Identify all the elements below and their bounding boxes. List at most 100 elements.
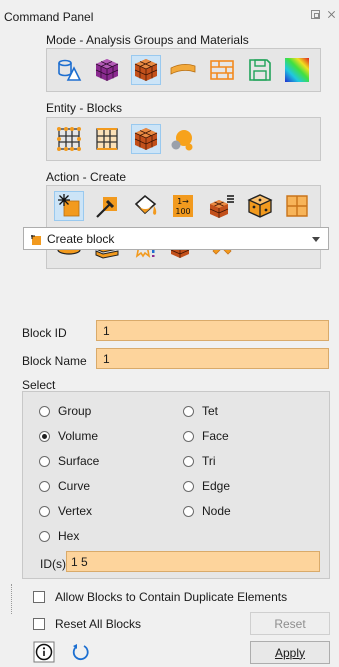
nodesets-icon xyxy=(57,127,81,151)
radio-curve-label: Curve xyxy=(58,479,91,493)
reset-all-label: Reset All Blocks xyxy=(55,617,142,631)
mode-materials-button[interactable] xyxy=(207,55,237,85)
info-icon[interactable] xyxy=(33,641,55,663)
reset-all-checkbox[interactable]: Reset All Blocks xyxy=(33,617,141,631)
renumber-icon: 1→ 100 xyxy=(173,195,193,217)
block-id-input[interactable] xyxy=(96,320,329,341)
mode-section-label: Mode - Analysis Groups and Materials xyxy=(46,33,249,47)
radio-node-label: Node xyxy=(202,504,231,518)
action-renumber-button[interactable]: 1→ 100 xyxy=(168,191,198,221)
command-select[interactable]: Create block xyxy=(23,227,329,250)
block-id-label: Block ID xyxy=(22,326,67,340)
geometry-mode-icon xyxy=(58,59,82,81)
splitter-handle[interactable] xyxy=(11,584,13,614)
radio-tri-label: Tri xyxy=(202,454,216,468)
allow-duplicates-label: Allow Blocks to Contain Duplicate Elemen… xyxy=(55,590,288,604)
export-mode-icon xyxy=(249,59,271,81)
entity-groups-button[interactable] xyxy=(168,124,198,154)
radio-curve-indicator[interactable] xyxy=(39,480,50,492)
ids-label: ID(s) xyxy=(40,557,66,571)
radio-tet-indicator[interactable] xyxy=(183,405,194,417)
radio-vertex-indicator[interactable] xyxy=(39,505,50,517)
entity-toolbar xyxy=(46,117,321,161)
radio-tet-label: Tet xyxy=(202,404,219,418)
block-name-label: Block Name xyxy=(22,354,87,368)
entity-blocks-button[interactable] xyxy=(131,124,161,154)
radio-edge-label: Edge xyxy=(202,479,231,493)
close-panel-button[interactable] xyxy=(327,10,336,19)
apply-button[interactable]: Apply xyxy=(250,641,330,664)
radio-face[interactable]: Face xyxy=(183,429,229,443)
allow-duplicates-box[interactable] xyxy=(33,591,45,603)
radio-volume[interactable]: Volume xyxy=(39,429,98,443)
entity-sidesets-button[interactable] xyxy=(92,124,122,154)
radio-edge-indicator[interactable] xyxy=(183,480,194,492)
renumber-glyph-top: 1→ xyxy=(177,197,189,206)
radio-edge[interactable]: Edge xyxy=(183,479,230,493)
radio-vertex-label: Vertex xyxy=(58,504,93,518)
radio-volume-label: Volume xyxy=(58,429,99,443)
action-list-button[interactable] xyxy=(207,191,237,221)
action-attributes-button[interactable] xyxy=(245,191,275,221)
radio-curve[interactable]: Curve xyxy=(39,479,90,493)
create-block-small-icon xyxy=(31,234,41,245)
radio-tri[interactable]: Tri xyxy=(183,454,216,468)
entity-nodesets-button[interactable] xyxy=(54,124,84,154)
radio-vertex[interactable]: Vertex xyxy=(39,504,92,518)
radio-group[interactable]: Group xyxy=(39,404,91,418)
mode-results-button[interactable] xyxy=(282,55,312,85)
materials-mode-icon xyxy=(210,60,234,80)
radio-tri-indicator[interactable] xyxy=(183,455,194,467)
split-block-icon xyxy=(286,195,308,217)
block-name-input[interactable] xyxy=(96,348,329,369)
float-panel-button[interactable] xyxy=(311,10,320,19)
reset-all-box[interactable] xyxy=(33,618,45,630)
radio-node[interactable]: Node xyxy=(183,504,231,518)
mode-mesh-button[interactable] xyxy=(92,55,122,85)
results-colormap-icon xyxy=(285,58,309,82)
radio-volume-indicator[interactable] xyxy=(39,430,50,442)
command-select-value: Create block xyxy=(47,232,115,246)
radio-group-label: Group xyxy=(58,404,92,418)
action-section-label: Action - Create xyxy=(46,170,127,184)
mode-export-button[interactable] xyxy=(245,55,275,85)
element-type-icon xyxy=(134,194,157,215)
radio-face-indicator[interactable] xyxy=(183,430,194,442)
block-attributes-icon xyxy=(247,194,273,218)
modify-block-icon xyxy=(96,197,117,218)
boundary-conditions-mode-icon xyxy=(170,64,196,75)
mode-blocks-button[interactable] xyxy=(131,55,161,85)
radio-surface-indicator[interactable] xyxy=(39,455,50,467)
list-blocks-icon xyxy=(209,195,234,218)
mode-toolbar xyxy=(46,48,321,92)
title-bar: Command Panel xyxy=(0,0,339,30)
radio-hex[interactable]: Hex xyxy=(39,529,79,543)
renumber-glyph-bottom: 100 xyxy=(175,207,190,216)
action-modify-button[interactable] xyxy=(92,191,122,221)
radio-node-indicator[interactable] xyxy=(183,505,194,517)
chevron-down-icon[interactable] xyxy=(312,237,320,242)
panel-title: Command Panel xyxy=(4,10,94,24)
action-create-button[interactable] xyxy=(54,191,84,221)
radio-tet[interactable]: Tet xyxy=(183,404,218,418)
refresh-icon[interactable] xyxy=(69,641,91,663)
action-split-button[interactable] xyxy=(282,191,312,221)
ids-input[interactable] xyxy=(66,551,320,572)
blocks-mode-icon xyxy=(134,59,158,81)
reset-button[interactable]: Reset xyxy=(250,612,330,635)
sidesets-icon xyxy=(96,128,118,150)
mode-boundary-conditions-button[interactable] xyxy=(168,55,198,85)
radio-hex-indicator[interactable] xyxy=(39,530,50,542)
create-block-icon xyxy=(58,194,80,217)
select-label: Select xyxy=(22,378,56,392)
radio-surface-label: Surface xyxy=(58,454,100,468)
groups-icon xyxy=(171,130,193,151)
blocks-entity-icon xyxy=(134,128,158,150)
mesh-mode-icon xyxy=(95,59,119,81)
allow-duplicates-checkbox[interactable]: Allow Blocks to Contain Duplicate Elemen… xyxy=(33,590,287,604)
action-element-type-button[interactable] xyxy=(131,191,161,221)
radio-face-label: Face xyxy=(202,429,229,443)
radio-surface[interactable]: Surface xyxy=(39,454,99,468)
mode-geometry-button[interactable] xyxy=(54,55,84,85)
radio-group-indicator[interactable] xyxy=(39,405,50,417)
